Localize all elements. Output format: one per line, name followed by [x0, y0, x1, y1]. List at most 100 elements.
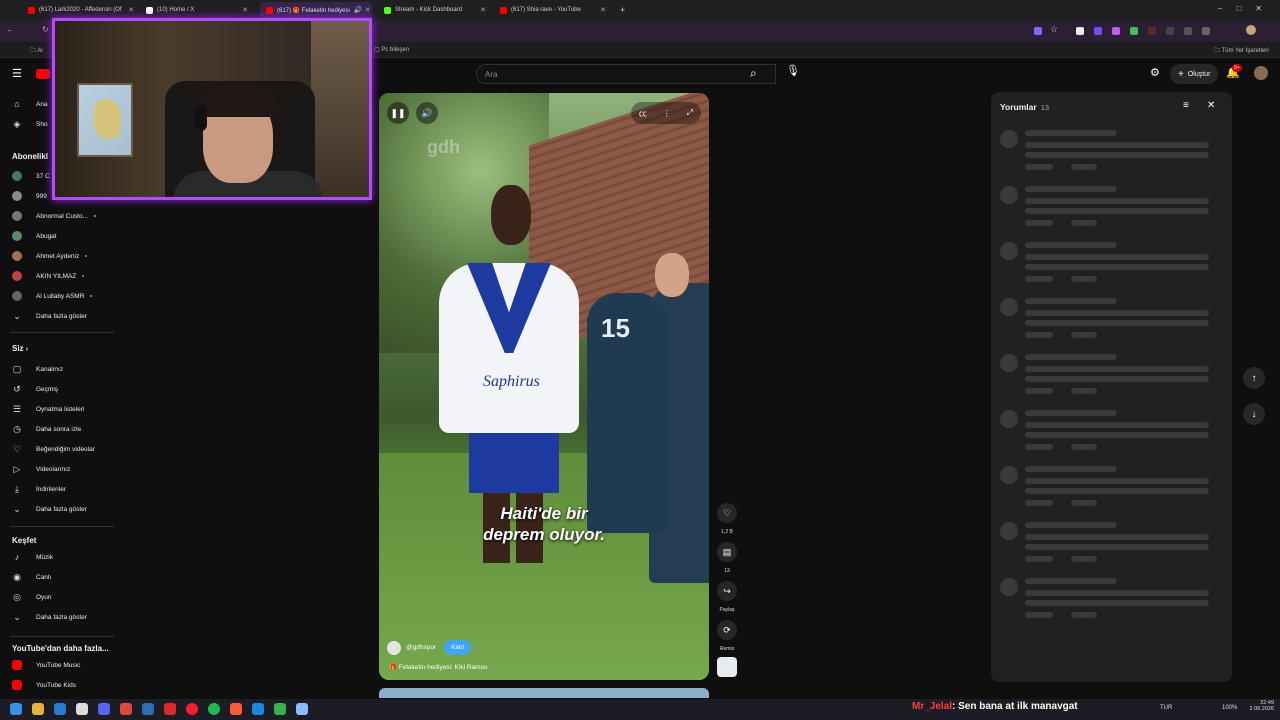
clock[interactable]: 22:49 2.08.2026 — [1244, 700, 1274, 712]
browser-tab[interactable]: Stream - Kick Dashboard ✕ — [378, 2, 492, 18]
edge-icon[interactable] — [54, 703, 66, 715]
sidebar-item-you[interactable]: ⤓ İndirilenler — [0, 480, 118, 498]
comment-skeleton-line — [1025, 376, 1209, 382]
comment-icon[interactable]: ▤ — [717, 542, 737, 562]
store-icon[interactable] — [76, 703, 88, 715]
shorts-video-player[interactable]: gdh 15 Saphirus Haiti'de bir deprem oluy… — [379, 93, 709, 680]
fullscreen-icon[interactable]: ⤢ — [687, 108, 693, 118]
browser-tab-active[interactable]: (617) 🎁 Felaketin hediyesi 🔊 ✕ — [260, 2, 372, 18]
close-tab-icon[interactable]: ✕ — [476, 6, 486, 14]
extensions-puzzle-icon[interactable] — [1202, 27, 1210, 35]
chrome-icon[interactable] — [120, 703, 132, 715]
channel-avatar[interactable] — [387, 640, 401, 655]
menu-icon[interactable]: ☰ — [12, 67, 22, 80]
sidebar-subscription[interactable]: Abugat — [0, 227, 118, 245]
extension-icon[interactable] — [1166, 27, 1174, 35]
sidebar-subscription[interactable]: Al Lullaby ASMR — [0, 287, 118, 305]
sidebar-subscription[interactable]: Abnormal Custo... — [0, 207, 118, 225]
sidebar-item-you[interactable]: ↺ Geçmiş — [0, 380, 118, 398]
share-icon[interactable]: ↪ — [717, 581, 737, 601]
sidebar-item-you[interactable]: ☰ Oynatma listeleri — [0, 400, 118, 418]
vscode-icon[interactable] — [252, 703, 264, 715]
reload-icon[interactable]: ↻ — [42, 25, 49, 34]
file-explorer-icon[interactable] — [32, 703, 44, 715]
all-bookmarks[interactable]: 🗀 Tüm Yer İşaretleri — [1214, 46, 1269, 56]
star-icon[interactable]: ☆ — [1050, 24, 1058, 35]
opera-icon[interactable] — [186, 703, 198, 715]
sidebar-item-explore[interactable]: ♪ Müzik — [0, 548, 118, 566]
extension-icon[interactable] — [1184, 27, 1192, 35]
more-options-icon[interactable]: ⋮ — [663, 109, 671, 118]
sidebar-item-explore[interactable]: ⌄ Daha fazla göster — [0, 608, 118, 626]
volume-icon[interactable]: 🔊 — [416, 102, 438, 124]
spotify-icon[interactable] — [208, 703, 220, 715]
discord-icon[interactable] — [98, 703, 110, 715]
bookmark-folder[interactable]: 🗀 Al — [30, 46, 43, 56]
search-input[interactable]: Ara — [476, 64, 776, 84]
windows-start-icon[interactable] — [10, 703, 22, 715]
youtube-app-icon — [12, 660, 22, 670]
extension-icon[interactable] — [1112, 27, 1120, 35]
extension-icon[interactable] — [1076, 27, 1084, 35]
create-button[interactable]: + Oluştur — [1170, 64, 1219, 84]
sidebar-item-more[interactable]: YouTube Music — [0, 656, 118, 674]
close-tab-icon[interactable]: ✕ — [238, 6, 248, 14]
like-icon[interactable]: ♡ — [717, 503, 737, 523]
video-title[interactable]: 🎁 Felaketin hediyesi: Kiki Ramos — [389, 663, 487, 671]
app-icon[interactable] — [274, 703, 286, 715]
app-icon[interactable] — [296, 703, 308, 715]
app-icon[interactable] — [164, 703, 176, 715]
join-button[interactable]: Katıl — [444, 640, 472, 655]
browser-tab[interactable]: (617) Shia rave - YouTube ✕ — [494, 2, 612, 18]
you-heading[interactable]: Siz › — [12, 344, 28, 353]
extension-icon[interactable] — [1094, 27, 1102, 35]
like-action[interactable]: ♡ 1,2 B — [716, 503, 738, 535]
sidebar-item-more[interactable]: YouTube Kids — [0, 676, 118, 694]
voice-search-icon[interactable]: 🎙 — [784, 64, 802, 84]
next-short-button[interactable]: ↓ — [1243, 403, 1265, 425]
sort-icon[interactable]: ≡ — [1183, 100, 1189, 111]
sidebar-item-you[interactable]: ⌄ Daha fazla göster — [0, 500, 118, 518]
channel-name[interactable]: @gdhspor — [406, 644, 436, 651]
next-short-preview[interactable] — [379, 688, 709, 698]
window-controls[interactable]: –□✕ — [1218, 4, 1276, 13]
close-tab-icon[interactable]: ✕ — [596, 6, 606, 14]
sidebar-subscription[interactable]: AKIN YILMAZ — [0, 267, 118, 285]
sidebar-item-you[interactable]: ▷ Videolarınız — [0, 460, 118, 478]
close-tab-icon[interactable]: ✕ — [124, 6, 134, 14]
sound-thumbnail[interactable] — [717, 657, 737, 677]
sidebar-item-explore[interactable]: ◉ Canlı — [0, 568, 118, 586]
remix-action[interactable]: ⟳ Remix — [716, 620, 738, 652]
cast-icon[interactable]: ⚙ — [1150, 66, 1160, 79]
steam-icon[interactable] — [142, 703, 154, 715]
sidebar-subscription[interactable]: Ahmet Aydeniz — [0, 247, 118, 265]
extension-icon[interactable] — [1148, 27, 1156, 35]
share-action[interactable]: ↪ Paylaş — [716, 581, 738, 613]
browser-tab[interactable]: (10) Home / X ✕ — [140, 2, 254, 18]
show-more-subscriptions[interactable]: ⌄ Daha fazla göster — [0, 307, 118, 325]
comment-action[interactable]: ▤ 13 — [716, 542, 738, 574]
sidebar-item-explore[interactable]: ◎ Oyun — [0, 588, 118, 606]
language-indicator[interactable]: TUR — [1160, 705, 1172, 711]
youtube-logo-icon[interactable] — [36, 69, 50, 79]
previous-short-button[interactable]: ↑ — [1243, 367, 1265, 389]
account-avatar[interactable] — [1254, 66, 1268, 80]
sidebar-item-you[interactable]: ♡ Beğendiğim videolar — [0, 440, 118, 458]
browser-tab[interactable]: (617) Lark2020 - Affedersin (Of ✕ — [22, 2, 140, 18]
profile-avatar[interactable] — [1246, 25, 1256, 35]
extension-icon[interactable] — [1130, 27, 1138, 35]
app-icon[interactable] — [230, 703, 242, 715]
pause-icon[interactable]: ❚❚ — [387, 102, 409, 124]
remix-icon[interactable]: ⟳ — [717, 620, 737, 640]
subscriptions-heading[interactable]: Abonelikl — [12, 152, 48, 161]
extension-icon[interactable] — [1034, 27, 1042, 35]
back-icon[interactable]: ← — [6, 25, 14, 34]
sidebar-item-you[interactable]: ▢ Kanalınız — [0, 360, 118, 378]
close-icon[interactable]: ✕ — [1207, 100, 1215, 111]
search-button[interactable]: ⌕ — [744, 64, 774, 84]
captions-icon[interactable]: ㏄ — [639, 108, 647, 119]
new-tab-button[interactable]: + — [614, 2, 630, 18]
mute-tab-icon[interactable]: 🔊 ✕ — [350, 6, 371, 14]
bookmark-pc[interactable]: ▢ Pc bileşen — [374, 46, 409, 53]
sidebar-item-you[interactable]: ◷ Daha sonra izle — [0, 420, 118, 438]
